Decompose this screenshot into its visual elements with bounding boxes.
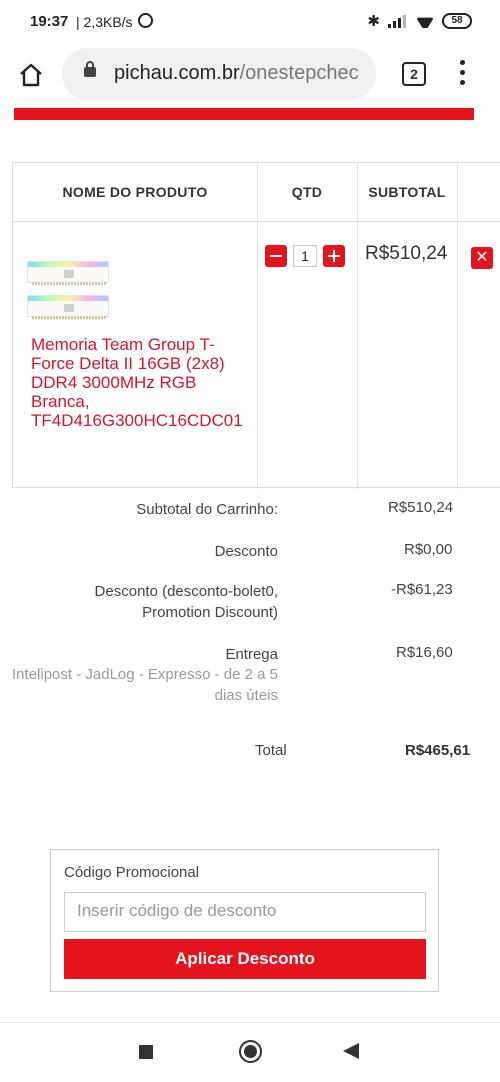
recents-icon[interactable] (139, 1045, 153, 1059)
bluetooth-icon: ✱ (367, 13, 380, 30)
header-banner-strip (14, 108, 474, 120)
tabs-button[interactable]: 2 (402, 62, 426, 86)
coupon-title: Código Promocional (64, 864, 200, 881)
column-divider (357, 163, 358, 489)
status-time: 19:37 (30, 13, 69, 30)
home-nav-icon[interactable] (239, 1040, 262, 1063)
battery-icon: 58 (442, 13, 472, 29)
promo-discount-value: -R$61,23 (391, 581, 453, 598)
header-actions (457, 163, 500, 222)
minus-icon[interactable] (265, 245, 287, 267)
column-divider (457, 163, 458, 489)
url-domain: pichau.com.br (114, 62, 240, 84)
apply-coupon-button[interactable]: Aplicar Desconto (64, 939, 426, 979)
browser-toolbar: pichau.com.br/onestepchec 2 (0, 44, 500, 108)
discount-value: R$0,00 (404, 541, 453, 558)
product-name-link[interactable]: Memoria Team Group T-Force Delta II 16GB… (31, 335, 253, 430)
shipping-detail: Intelipost - JadLog - Expresso - de 2 a … (12, 666, 278, 704)
cart-table: NOME DO PRODUTO QTD SUBTOTAL Memoria Tea… (12, 162, 500, 489)
status-bar: 19:37 | 2,3KB/s ✱ 58 (0, 0, 500, 44)
column-divider (257, 163, 258, 489)
quantity-stepper: 1 (265, 245, 345, 267)
promo-discount-label-line2: Promotion Discount) (142, 604, 278, 621)
promo-discount-label-line1: Desconto (desconto-bolet0, (94, 583, 278, 600)
quantity-input[interactable]: 1 (293, 245, 317, 267)
lock-icon (84, 61, 96, 77)
more-menu-icon[interactable] (460, 60, 466, 88)
total-value: R$465,61 (405, 742, 471, 759)
back-icon[interactable] (343, 1043, 359, 1059)
product-image[interactable] (27, 259, 111, 325)
cart-subtotal-value: R$510,24 (388, 499, 454, 516)
header-product: NOME DO PRODUTO (13, 163, 257, 222)
wifi-icon (416, 14, 434, 28)
header-qty: QTD (257, 163, 357, 222)
header-subtotal: SUBTOTAL (357, 163, 457, 222)
alarm-icon (138, 13, 153, 28)
status-network-speed: | 2,3KB/s (76, 14, 133, 30)
coupon-input[interactable]: Inserir código de desconto (64, 892, 426, 932)
url-path: /onestepchec (239, 62, 359, 84)
cart-subtotal-label: Subtotal do Carrinho: (136, 501, 278, 518)
total-label: Total (255, 742, 287, 759)
close-icon[interactable]: ✕ (471, 247, 493, 269)
address-bar[interactable]: pichau.com.br/onestepchec (62, 48, 376, 100)
status-icons: ✱ 58 (367, 12, 472, 30)
item-subtotal: R$510,24 (365, 243, 448, 264)
url-text: pichau.com.br/onestepchec (114, 62, 370, 85)
coupon-box: Código Promocional Inserir código de des… (50, 849, 439, 992)
shipping-value: R$16,60 (396, 644, 453, 661)
plus-icon[interactable] (323, 245, 345, 267)
system-nav-bar (0, 1022, 500, 1082)
shipping-label: Entrega (225, 646, 278, 663)
discount-label: Desconto (214, 543, 278, 560)
home-icon[interactable] (18, 62, 44, 88)
signal-icon (388, 14, 408, 28)
